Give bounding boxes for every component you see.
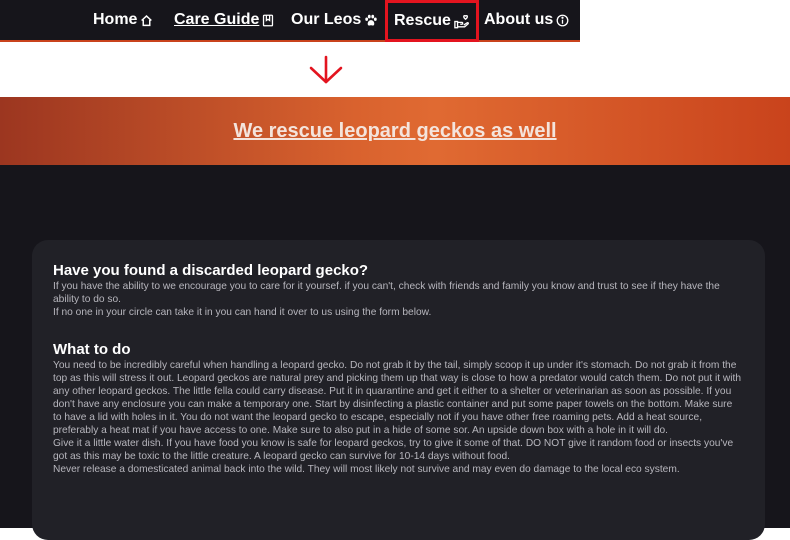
- nav-care-guide[interactable]: Care Guide: [174, 0, 274, 40]
- what-to-do-section: What to do You need to be incredibly car…: [53, 341, 743, 476]
- info-icon: [556, 14, 569, 27]
- found-gecko-text-1: If you have the ability to we encourage …: [53, 281, 720, 305]
- paw-icon: [364, 14, 378, 27]
- hand-heart-icon: [454, 14, 470, 29]
- info-card: Have you found a discarded leopard gecko…: [32, 240, 765, 540]
- what-to-do-text-1: You need to be incredibly careful when h…: [53, 360, 742, 436]
- top-navbar: Home Care Guide Our Leos Rescue About us: [0, 0, 580, 42]
- home-icon: [140, 14, 153, 27]
- nav-rescue[interactable]: Rescue: [385, 0, 479, 42]
- nav-home-label: Home: [93, 11, 138, 28]
- book-icon: [262, 14, 274, 27]
- found-gecko-heading: Have you found a discarded leopard gecko…: [53, 262, 369, 279]
- nav-home[interactable]: Home: [93, 0, 153, 40]
- what-to-do-text-3: Never release a domesticated animal back…: [53, 464, 680, 475]
- nav-rescue-label: Rescue: [394, 12, 451, 29]
- nav-our-leos-label: Our Leos: [291, 11, 362, 28]
- annotation-arrow-down-icon: [306, 54, 346, 91]
- nav-care-guide-label: Care Guide: [174, 11, 260, 28]
- found-gecko-section: Have you found a discarded leopard gecko…: [53, 262, 743, 319]
- what-to-do-text-2: Give it a little water dish. If you have…: [53, 438, 734, 462]
- banner-title: We rescue leopard geckos as well: [233, 119, 557, 142]
- what-to-do-heading: What to do: [53, 341, 131, 358]
- rescue-banner: We rescue leopard geckos as well: [0, 97, 790, 165]
- found-gecko-text-2: If no one in your circle can take it in …: [53, 307, 432, 318]
- nav-about-us-label: About us: [484, 11, 554, 28]
- nav-our-leos[interactable]: Our Leos: [291, 0, 378, 40]
- nav-about-us[interactable]: About us: [484, 0, 569, 40]
- main-content: Have you found a discarded leopard gecko…: [0, 165, 790, 540]
